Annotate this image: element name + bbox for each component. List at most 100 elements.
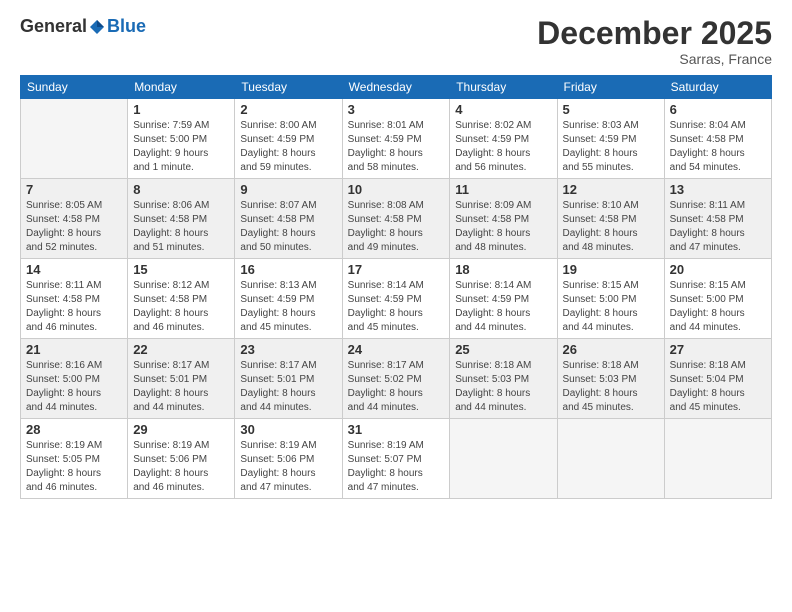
day-number: 22: [133, 342, 229, 357]
day-info: Sunrise: 7:59 AMSunset: 5:00 PMDaylight:…: [133, 119, 229, 175]
day-cell: 3 Sunrise: 8:01 AMSunset: 4:59 PMDaylight…: [342, 99, 450, 179]
logo: General Blue: [20, 16, 146, 37]
day-number: 31: [348, 422, 445, 437]
logo-general: General: [20, 16, 87, 37]
day-cell: 2 Sunrise: 8:00 AMSunset: 4:59 PMDaylight…: [235, 99, 342, 179]
calendar-subtitle: Sarras, France: [537, 51, 772, 67]
calendar-table: SundayMondayTuesdayWednesdayThursdayFrid…: [20, 75, 772, 499]
day-cell: 16 Sunrise: 8:13 AMSunset: 4:59 PMDayligh…: [235, 259, 342, 339]
day-cell: 1Sunrise: 7:59 AMSunset: 5:00 PMDaylight…: [128, 99, 235, 179]
day-info: Sunrise: 8:18 AMSunset: 5:03 PMDaylight:…: [563, 359, 659, 415]
day-info: Sunrise: 8:15 AMSunset: 5:00 PMDaylight:…: [670, 279, 766, 335]
day-info: Sunrise: 8:00 AMSunset: 4:59 PMDaylight:…: [240, 119, 336, 175]
day-info: Sunrise: 8:13 AMSunset: 4:59 PMDaylight:…: [240, 279, 336, 335]
day-number: 2: [240, 102, 336, 117]
day-cell: 26 Sunrise: 8:18 AMSunset: 5:03 PMDayligh…: [557, 339, 664, 419]
day-info: Sunrise: 8:19 AMSunset: 5:06 PMDaylight:…: [240, 439, 336, 495]
logo-icon: [88, 18, 106, 36]
day-number: 5: [563, 102, 659, 117]
logo-blue: Blue: [107, 16, 146, 37]
day-cell: 11Sunrise: 8:09 AMSunset: 4:58 PMDayligh…: [450, 179, 557, 259]
day-cell: [664, 419, 771, 499]
week-row: 21Sunrise: 8:16 AMSunset: 5:00 PMDayligh…: [21, 339, 772, 419]
day-info: Sunrise: 8:19 AMSunset: 5:06 PMDaylight:…: [133, 439, 229, 495]
day-cell: 6Sunrise: 8:04 AMSunset: 4:58 PMDaylight…: [664, 99, 771, 179]
title-block: December 2025 Sarras, France: [537, 16, 772, 67]
day-cell: 22 Sunrise: 8:17 AMSunset: 5:01 PMDayligh…: [128, 339, 235, 419]
header-cell-sunday: Sunday: [21, 76, 128, 99]
day-cell: 31 Sunrise: 8:19 AMSunset: 5:07 PMDayligh…: [342, 419, 450, 499]
day-number: 25: [455, 342, 551, 357]
day-cell: [21, 99, 128, 179]
day-cell: 10Sunrise: 8:08 AMSunset: 4:58 PMDayligh…: [342, 179, 450, 259]
day-info: Sunrise: 8:09 AMSunset: 4:58 PMDaylight:…: [455, 199, 551, 255]
day-cell: 12 Sunrise: 8:10 AMSunset: 4:58 PMDayligh…: [557, 179, 664, 259]
day-info: Sunrise: 8:18 AMSunset: 5:04 PMDaylight:…: [670, 359, 766, 415]
day-number: 29: [133, 422, 229, 437]
day-cell: 28Sunrise: 8:19 AMSunset: 5:05 PMDayligh…: [21, 419, 128, 499]
day-number: 14: [26, 262, 122, 277]
day-number: 4: [455, 102, 551, 117]
day-number: 15: [133, 262, 229, 277]
day-number: 19: [563, 262, 659, 277]
day-cell: 30 Sunrise: 8:19 AMSunset: 5:06 PMDayligh…: [235, 419, 342, 499]
header-cell-saturday: Saturday: [664, 76, 771, 99]
day-info: Sunrise: 8:15 AMSunset: 5:00 PMDaylight:…: [563, 279, 659, 335]
day-cell: 18 Sunrise: 8:14 AMSunset: 4:59 PMDayligh…: [450, 259, 557, 339]
day-number: 7: [26, 182, 122, 197]
day-number: 21: [26, 342, 122, 357]
header-row: SundayMondayTuesdayWednesdayThursdayFrid…: [21, 76, 772, 99]
day-cell: [450, 419, 557, 499]
header-cell-tuesday: Tuesday: [235, 76, 342, 99]
day-info: Sunrise: 8:03 AMSunset: 4:59 PMDaylight:…: [563, 119, 659, 175]
day-number: 23: [240, 342, 336, 357]
day-number: 24: [348, 342, 445, 357]
day-info: Sunrise: 8:11 AMSunset: 4:58 PMDaylight:…: [670, 199, 766, 255]
day-cell: 5 Sunrise: 8:03 AMSunset: 4:59 PMDaylight…: [557, 99, 664, 179]
day-number: 9: [240, 182, 336, 197]
day-number: 6: [670, 102, 766, 117]
day-info: Sunrise: 8:07 AMSunset: 4:58 PMDaylight:…: [240, 199, 336, 255]
day-number: 26: [563, 342, 659, 357]
header-cell-friday: Friday: [557, 76, 664, 99]
day-info: Sunrise: 8:10 AMSunset: 4:58 PMDaylight:…: [563, 199, 659, 255]
day-number: 13: [670, 182, 766, 197]
day-cell: 17 Sunrise: 8:14 AMSunset: 4:59 PMDayligh…: [342, 259, 450, 339]
header-cell-monday: Monday: [128, 76, 235, 99]
day-info: Sunrise: 8:17 AMSunset: 5:01 PMDaylight:…: [240, 359, 336, 415]
page: General Blue December 2025 Sarras, Franc…: [0, 0, 792, 612]
day-number: 30: [240, 422, 336, 437]
day-number: 28: [26, 422, 122, 437]
day-info: Sunrise: 8:12 AMSunset: 4:58 PMDaylight:…: [133, 279, 229, 335]
day-cell: 14 Sunrise: 8:11 AMSunset: 4:58 PMDayligh…: [21, 259, 128, 339]
day-info: Sunrise: 8:11 AMSunset: 4:58 PMDaylight:…: [26, 279, 122, 335]
day-number: 3: [348, 102, 445, 117]
day-info: Sunrise: 8:05 AMSunset: 4:58 PMDaylight:…: [26, 199, 122, 255]
header: General Blue December 2025 Sarras, Franc…: [20, 16, 772, 67]
day-number: 27: [670, 342, 766, 357]
day-cell: 25Sunrise: 8:18 AMSunset: 5:03 PMDayligh…: [450, 339, 557, 419]
day-info: Sunrise: 8:02 AMSunset: 4:59 PMDaylight:…: [455, 119, 551, 175]
day-cell: 9 Sunrise: 8:07 AMSunset: 4:58 PMDaylight…: [235, 179, 342, 259]
day-number: 18: [455, 262, 551, 277]
day-cell: 20Sunrise: 8:15 AMSunset: 5:00 PMDayligh…: [664, 259, 771, 339]
day-cell: [557, 419, 664, 499]
logo-text: General Blue: [20, 16, 146, 37]
day-info: Sunrise: 8:06 AMSunset: 4:58 PMDaylight:…: [133, 199, 229, 255]
day-cell: 7 Sunrise: 8:05 AMSunset: 4:58 PMDaylight…: [21, 179, 128, 259]
day-number: 12: [563, 182, 659, 197]
day-info: Sunrise: 8:01 AMSunset: 4:59 PMDaylight:…: [348, 119, 445, 175]
week-row: 7 Sunrise: 8:05 AMSunset: 4:58 PMDaylight…: [21, 179, 772, 259]
day-info: Sunrise: 8:17 AMSunset: 5:01 PMDaylight:…: [133, 359, 229, 415]
day-number: 10: [348, 182, 445, 197]
day-number: 17: [348, 262, 445, 277]
day-cell: 29 Sunrise: 8:19 AMSunset: 5:06 PMDayligh…: [128, 419, 235, 499]
day-info: Sunrise: 8:14 AMSunset: 4:59 PMDaylight:…: [348, 279, 445, 335]
day-cell: 19 Sunrise: 8:15 AMSunset: 5:00 PMDayligh…: [557, 259, 664, 339]
header-cell-thursday: Thursday: [450, 76, 557, 99]
calendar-title: December 2025: [537, 16, 772, 51]
day-info: Sunrise: 8:19 AMSunset: 5:07 PMDaylight:…: [348, 439, 445, 495]
day-cell: 27 Sunrise: 8:18 AMSunset: 5:04 PMDayligh…: [664, 339, 771, 419]
day-number: 16: [240, 262, 336, 277]
day-info: Sunrise: 8:14 AMSunset: 4:59 PMDaylight:…: [455, 279, 551, 335]
